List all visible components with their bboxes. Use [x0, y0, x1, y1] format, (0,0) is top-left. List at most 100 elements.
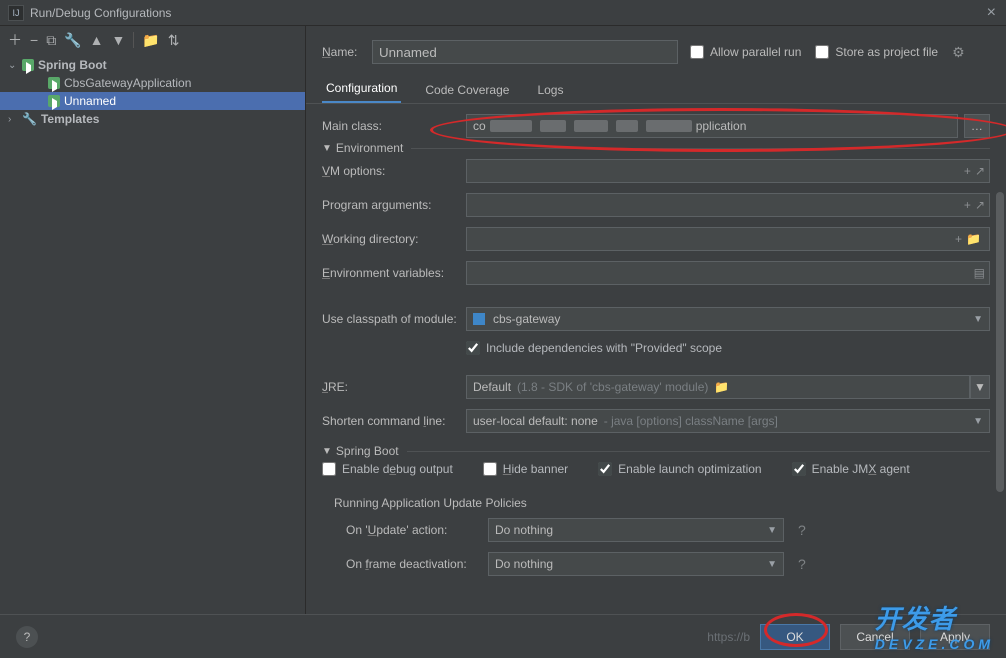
tab-code-coverage[interactable]: Code Coverage: [421, 77, 513, 103]
on-frame-label: On frame deactivation:: [346, 557, 480, 571]
dialog-footer: ? https://b OK Cancel Apply: [0, 614, 1006, 658]
tab-configuration[interactable]: Configuration: [322, 75, 401, 103]
up-icon[interactable]: ▲: [90, 32, 104, 48]
update-policies-label: Running Application Update Policies: [334, 496, 990, 510]
hide-banner-checkbox[interactable]: Hide banner: [483, 462, 568, 476]
enable-launch-checkbox[interactable]: Enable launch optimization: [598, 462, 761, 476]
enable-debug-checkbox[interactable]: Enable debug output: [322, 462, 453, 476]
chevron-down-icon: ▼: [322, 446, 332, 457]
status-url: https://b: [707, 630, 750, 644]
spring-boot-section: ▼ Spring Boot Enable debug output Hide b…: [322, 451, 990, 576]
on-update-select[interactable]: Do nothing ▼: [488, 518, 784, 542]
sort-icon[interactable]: ⇅: [168, 32, 180, 49]
include-provided-checkbox[interactable]: Include dependencies with "Provided" sco…: [466, 341, 990, 355]
store-project-checkbox[interactable]: Store as project file: [815, 45, 938, 59]
working-dir-label: Working directory:: [322, 232, 458, 246]
cancel-button[interactable]: Cancel: [840, 624, 910, 650]
separator: [133, 32, 134, 48]
scrollbar[interactable]: [996, 192, 1004, 492]
expand-icon[interactable]: ↗: [975, 198, 985, 212]
jre-label: JRE:: [322, 380, 458, 394]
app-icon: IJ: [8, 5, 24, 21]
redacted: [490, 120, 532, 132]
main-panel: Name: Allow parallel run Store as projec…: [306, 26, 1006, 614]
environment-header[interactable]: ▼ Environment: [322, 141, 411, 155]
expand-icon[interactable]: ↗: [975, 164, 985, 178]
add-icon[interactable]: ＋: [8, 30, 22, 50]
config-tree: ⌄ Spring Boot CbsGatewayApplication Unna…: [0, 54, 305, 614]
help-button[interactable]: ?: [16, 626, 38, 648]
sidebar-toolbar: ＋ − ⧉ 🔧 ▲ ▼ 📁 ⇅: [0, 26, 305, 54]
ok-button[interactable]: OK: [760, 624, 830, 650]
env-vars-label: Environment variables:: [322, 266, 458, 280]
spring-icon: [22, 59, 34, 71]
sidebar: ＋ − ⧉ 🔧 ▲ ▼ 📁 ⇅ ⌄ Spring Boot CbsGateway…: [0, 26, 306, 614]
browse-main-class-button[interactable]: …: [964, 114, 990, 138]
spring-icon: [48, 95, 60, 107]
chevron-down-icon: ▼: [973, 416, 983, 427]
redacted: [574, 120, 608, 132]
program-args-label: Program arguments:: [322, 198, 458, 212]
gear-icon[interactable]: ⚙: [952, 44, 965, 61]
vm-options-label: VM options:: [322, 164, 458, 178]
tree-label: CbsGatewayApplication: [64, 76, 191, 90]
jre-select[interactable]: Default (1.8 - SDK of 'cbs-gateway' modu…: [466, 375, 970, 399]
chevron-right-icon: ›: [8, 114, 18, 125]
chevron-down-icon: ▼: [767, 559, 777, 570]
tree-item-app2[interactable]: Unnamed: [0, 92, 305, 110]
down-icon[interactable]: ▼: [111, 32, 125, 48]
tab-bar: Configuration Code Coverage Logs: [306, 74, 1006, 104]
list-icon[interactable]: ▤: [974, 266, 985, 280]
chevron-down-icon: ▼: [973, 314, 983, 325]
chevron-down-icon: ▼: [322, 143, 332, 154]
spring-icon: [48, 77, 60, 89]
classpath-label: Use classpath of module:: [322, 312, 458, 326]
window-title: Run/Debug Configurations: [30, 6, 171, 20]
shorten-label: Shorten command line:: [322, 414, 458, 428]
tree-item-app1[interactable]: CbsGatewayApplication: [0, 74, 305, 92]
jre-dropdown-button[interactable]: ▼: [970, 375, 990, 399]
folder-icon[interactable]: 📁: [966, 232, 981, 246]
name-input[interactable]: [372, 40, 678, 64]
insert-icon[interactable]: +: [964, 164, 971, 178]
program-args-input[interactable]: +↗: [466, 193, 990, 217]
redacted: [646, 120, 692, 132]
apply-button[interactable]: Apply: [920, 624, 990, 650]
folder-icon[interactable]: 📁: [714, 380, 729, 394]
close-icon[interactable]: ×: [987, 4, 996, 22]
help-icon[interactable]: ?: [798, 556, 806, 572]
insert-icon[interactable]: +: [955, 232, 962, 246]
classpath-select[interactable]: cbs-gateway ▼: [466, 307, 990, 331]
copy-icon[interactable]: ⧉: [46, 32, 56, 49]
help-icon[interactable]: ?: [798, 522, 806, 538]
chevron-down-icon: ⌄: [8, 60, 18, 71]
shorten-select[interactable]: user-local default: none - java [options…: [466, 409, 990, 433]
insert-icon[interactable]: +: [964, 198, 971, 212]
environment-section: ▼ Environment VM options: +↗ Program arg…: [322, 148, 990, 433]
module-icon: [473, 313, 485, 325]
tree-label: Spring Boot: [38, 58, 107, 72]
name-label: Name:: [322, 45, 360, 59]
redacted: [616, 120, 638, 132]
tree-label: Templates: [41, 112, 99, 126]
enable-jmx-checkbox[interactable]: Enable JMX agent: [792, 462, 910, 476]
tree-label: Unnamed: [64, 94, 116, 108]
on-update-label: On 'Update' action:: [346, 523, 480, 537]
working-dir-input[interactable]: +📁: [466, 227, 990, 251]
chevron-down-icon: ▼: [767, 525, 777, 536]
titlebar: IJ Run/Debug Configurations ×: [0, 0, 1006, 26]
folder-icon[interactable]: 📁: [142, 32, 159, 49]
tree-templates[interactable]: › 🔧 Templates: [0, 110, 305, 128]
vm-options-input[interactable]: +↗: [466, 159, 990, 183]
main-class-label: Main class:: [322, 119, 458, 133]
tab-logs[interactable]: Logs: [533, 77, 567, 103]
on-frame-select[interactable]: Do nothing ▼: [488, 552, 784, 576]
remove-icon[interactable]: −: [30, 32, 38, 48]
redacted: [540, 120, 566, 132]
tree-spring-boot[interactable]: ⌄ Spring Boot: [0, 56, 305, 74]
main-class-input[interactable]: co pplication: [466, 114, 958, 138]
wrench-icon[interactable]: 🔧: [64, 32, 81, 49]
allow-parallel-checkbox[interactable]: Allow parallel run: [690, 45, 801, 59]
spring-boot-header[interactable]: ▼ Spring Boot: [322, 444, 407, 458]
env-vars-input[interactable]: ▤: [466, 261, 990, 285]
